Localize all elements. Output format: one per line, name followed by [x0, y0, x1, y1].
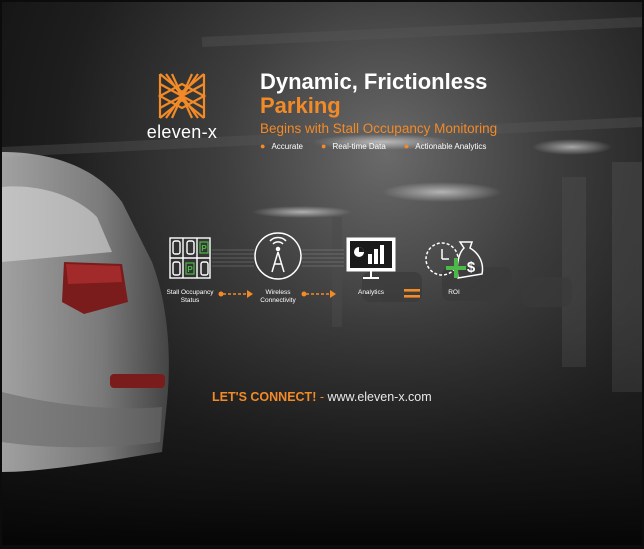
equals-sign-icon — [404, 289, 420, 292]
cta-heading: LET'S CONNECT! — [212, 390, 317, 404]
parking-sign-text: P — [187, 265, 193, 274]
parking-sign-text: P — [201, 244, 207, 253]
clock-money-icon: $ — [425, 241, 484, 279]
step-label-roi: ROI — [448, 289, 460, 296]
website-link[interactable]: www.eleven-x.com — [327, 390, 431, 404]
call-to-action: LET'S CONNECT! - www.eleven-x.com — [212, 390, 432, 404]
dollar-sign-text: $ — [467, 259, 476, 276]
parking-stalls-icon: P P — [169, 237, 211, 279]
analytics-monitor-icon — [346, 237, 396, 279]
process-flow: P P $ — [169, 232, 484, 298]
step-label-wireless: Wireless Connectivity — [260, 289, 296, 304]
cta-separator: - — [316, 390, 328, 404]
step-label-analytics: Analytics — [357, 289, 384, 296]
wireless-tower-icon — [254, 232, 302, 280]
step-label-stall-occupancy: Stall Occupancy Status — [166, 289, 214, 304]
banner: eleven-x Dynamic, Frictionless Parking B… — [2, 2, 642, 545]
